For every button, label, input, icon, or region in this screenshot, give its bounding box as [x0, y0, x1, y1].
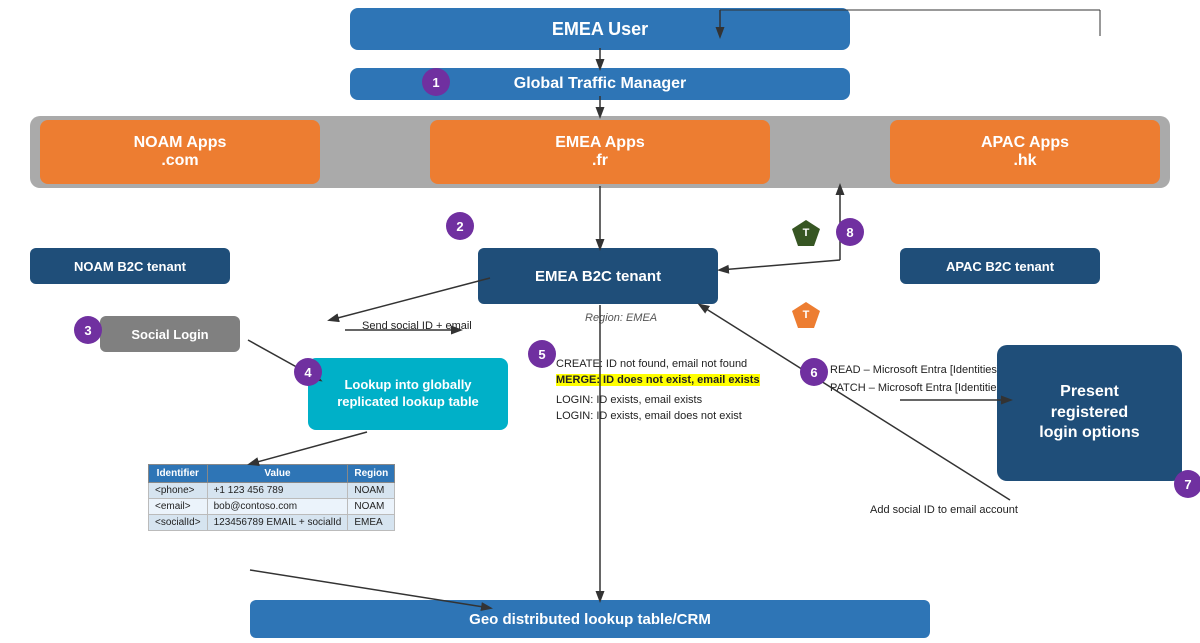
read-patch-label: READ – Microsoft Entra [Identities]PATCH… [830, 362, 1005, 397]
badge-7: 7 [1174, 470, 1200, 498]
diagram: EMEA User 1 Global Traffic Manager NOAM … [0, 0, 1200, 643]
emea-b2c-box: EMEA B2C tenant [478, 248, 718, 304]
col-value: Value [207, 465, 348, 483]
emea-user-label: EMEA User [552, 19, 648, 40]
emea-user-box: EMEA User [350, 8, 850, 50]
table-row: <phone> +1 123 456 789 NOAM [149, 483, 395, 499]
table-row: <socialId> 123456789 EMAIL + socialId EM… [149, 515, 395, 531]
badge-4: 4 [294, 358, 322, 386]
send-social-arrow [340, 310, 470, 340]
emea-b2c-label: EMEA B2C tenant [535, 268, 661, 285]
table-row: <email> bob@contoso.com NOAM [149, 499, 395, 515]
apac-apps-box: APAC Apps.hk [890, 120, 1160, 184]
merge-label: MERGE: ID does not exist, email exists [556, 374, 760, 386]
present-login-box: Presentregisteredlogin options [997, 345, 1182, 481]
emea-apps-label: EMEA Apps.fr [555, 134, 644, 170]
badge-3: 3 [74, 316, 102, 344]
social-login-label: Social Login [131, 327, 208, 342]
badge-1: 1 [422, 68, 450, 96]
col-identifier: Identifier [149, 465, 208, 483]
login2-label: LOGIN: ID exists, email does not exist [556, 410, 742, 422]
apac-apps-label: APAC Apps.hk [981, 134, 1069, 170]
badge-5: 5 [528, 340, 556, 368]
badge-8: 8 [836, 218, 864, 246]
geo-crm-box: Geo distributed lookup table/CRM [250, 600, 930, 638]
noam-apps-label: NOAM Apps.com [134, 134, 227, 170]
lookup-table-box: Lookup into globallyreplicated lookup ta… [308, 358, 508, 430]
orange-pentagon: T [790, 300, 822, 330]
badge-6: 6 [800, 358, 828, 386]
present-login-label: Presentregisteredlogin options [1039, 382, 1139, 444]
noam-b2c-box: NOAM B2C tenant [30, 248, 230, 284]
apac-b2c-box: APAC B2C tenant [900, 248, 1100, 284]
social-login-box: Social Login [100, 316, 240, 352]
emea-apps-box: EMEA Apps.fr [430, 120, 770, 184]
lookup-table-label: Lookup into globallyreplicated lookup ta… [337, 377, 479, 411]
create-label: CREATE: ID not found, email not found [556, 358, 747, 370]
noam-b2c-label: NOAM B2C tenant [74, 259, 186, 274]
col-region: Region [348, 465, 395, 483]
gtm-label: Global Traffic Manager [514, 75, 686, 93]
lookup-data-table: Identifier Value Region <phone> +1 123 4… [148, 464, 395, 531]
region-label: Region: EMEA [585, 312, 657, 324]
apac-b2c-label: APAC B2C tenant [946, 259, 1054, 274]
green-pentagon: T [790, 218, 822, 248]
noam-apps-box: NOAM Apps.com [40, 120, 320, 184]
login1-label: LOGIN: ID exists, email exists [556, 394, 702, 406]
geo-crm-label: Geo distributed lookup table/CRM [469, 611, 711, 628]
add-social-label: Add social ID to email account [870, 504, 1018, 516]
badge-2: 2 [446, 212, 474, 240]
